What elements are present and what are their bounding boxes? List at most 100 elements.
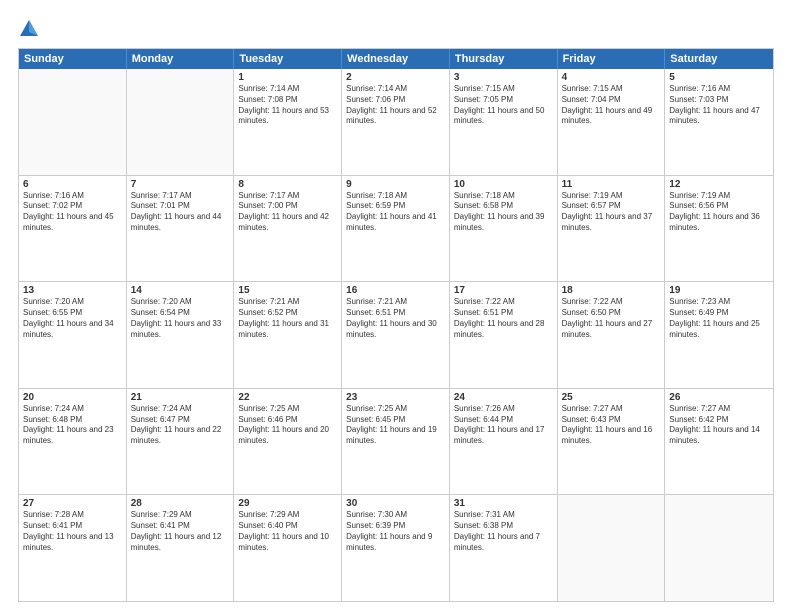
cal-cell-10: 10Sunrise: 7:18 AMSunset: 6:58 PMDayligh…	[450, 176, 558, 282]
cal-cell-28: 28Sunrise: 7:29 AMSunset: 6:41 PMDayligh…	[127, 495, 235, 601]
day-number: 6	[23, 179, 122, 190]
day-number: 8	[238, 179, 337, 190]
cal-cell-18: 18Sunrise: 7:22 AMSunset: 6:50 PMDayligh…	[558, 282, 666, 388]
day-number: 7	[131, 179, 230, 190]
day-number: 17	[454, 285, 553, 296]
cal-row-3: 13Sunrise: 7:20 AMSunset: 6:55 PMDayligh…	[19, 282, 773, 389]
logo-icon	[18, 18, 40, 40]
day-number: 30	[346, 498, 445, 509]
cal-cell-12: 12Sunrise: 7:19 AMSunset: 6:56 PMDayligh…	[665, 176, 773, 282]
cal-cell-15: 15Sunrise: 7:21 AMSunset: 6:52 PMDayligh…	[234, 282, 342, 388]
day-number: 25	[562, 392, 661, 403]
cell-info: Sunrise: 7:27 AMSunset: 6:43 PMDaylight:…	[562, 404, 661, 447]
day-number: 15	[238, 285, 337, 296]
cal-cell-7: 7Sunrise: 7:17 AMSunset: 7:01 PMDaylight…	[127, 176, 235, 282]
cell-info: Sunrise: 7:29 AMSunset: 6:40 PMDaylight:…	[238, 510, 337, 553]
header-day-saturday: Saturday	[665, 49, 773, 69]
cell-info: Sunrise: 7:18 AMSunset: 6:58 PMDaylight:…	[454, 191, 553, 234]
cell-info: Sunrise: 7:21 AMSunset: 6:51 PMDaylight:…	[346, 297, 445, 340]
cell-info: Sunrise: 7:25 AMSunset: 6:46 PMDaylight:…	[238, 404, 337, 447]
cell-info: Sunrise: 7:21 AMSunset: 6:52 PMDaylight:…	[238, 297, 337, 340]
cal-cell-13: 13Sunrise: 7:20 AMSunset: 6:55 PMDayligh…	[19, 282, 127, 388]
header-day-friday: Friday	[558, 49, 666, 69]
calendar-body: 1Sunrise: 7:14 AMSunset: 7:08 PMDaylight…	[19, 69, 773, 601]
cell-info: Sunrise: 7:17 AMSunset: 7:00 PMDaylight:…	[238, 191, 337, 234]
day-number: 2	[346, 72, 445, 83]
cal-cell-20: 20Sunrise: 7:24 AMSunset: 6:48 PMDayligh…	[19, 389, 127, 495]
day-number: 20	[23, 392, 122, 403]
cal-cell-11: 11Sunrise: 7:19 AMSunset: 6:57 PMDayligh…	[558, 176, 666, 282]
cell-info: Sunrise: 7:22 AMSunset: 6:51 PMDaylight:…	[454, 297, 553, 340]
day-number: 13	[23, 285, 122, 296]
day-number: 9	[346, 179, 445, 190]
cell-info: Sunrise: 7:24 AMSunset: 6:47 PMDaylight:…	[131, 404, 230, 447]
cell-info: Sunrise: 7:19 AMSunset: 6:56 PMDaylight:…	[669, 191, 769, 234]
cell-info: Sunrise: 7:14 AMSunset: 7:06 PMDaylight:…	[346, 84, 445, 127]
day-number: 31	[454, 498, 553, 509]
cell-info: Sunrise: 7:15 AMSunset: 7:04 PMDaylight:…	[562, 84, 661, 127]
cell-info: Sunrise: 7:15 AMSunset: 7:05 PMDaylight:…	[454, 84, 553, 127]
cell-info: Sunrise: 7:29 AMSunset: 6:41 PMDaylight:…	[131, 510, 230, 553]
cal-cell-29: 29Sunrise: 7:29 AMSunset: 6:40 PMDayligh…	[234, 495, 342, 601]
cal-cell-30: 30Sunrise: 7:30 AMSunset: 6:39 PMDayligh…	[342, 495, 450, 601]
cal-cell-4: 4Sunrise: 7:15 AMSunset: 7:04 PMDaylight…	[558, 69, 666, 175]
cal-cell-24: 24Sunrise: 7:26 AMSunset: 6:44 PMDayligh…	[450, 389, 558, 495]
cell-info: Sunrise: 7:27 AMSunset: 6:42 PMDaylight:…	[669, 404, 769, 447]
cal-cell-3: 3Sunrise: 7:15 AMSunset: 7:05 PMDaylight…	[450, 69, 558, 175]
cell-info: Sunrise: 7:17 AMSunset: 7:01 PMDaylight:…	[131, 191, 230, 234]
calendar: SundayMondayTuesdayWednesdayThursdayFrid…	[18, 48, 774, 602]
header	[18, 18, 774, 40]
cal-row-2: 6Sunrise: 7:16 AMSunset: 7:02 PMDaylight…	[19, 176, 773, 283]
cal-cell-21: 21Sunrise: 7:24 AMSunset: 6:47 PMDayligh…	[127, 389, 235, 495]
cell-info: Sunrise: 7:26 AMSunset: 6:44 PMDaylight:…	[454, 404, 553, 447]
cal-cell-23: 23Sunrise: 7:25 AMSunset: 6:45 PMDayligh…	[342, 389, 450, 495]
day-number: 18	[562, 285, 661, 296]
day-number: 11	[562, 179, 661, 190]
day-number: 24	[454, 392, 553, 403]
day-number: 19	[669, 285, 769, 296]
day-number: 21	[131, 392, 230, 403]
header-day-tuesday: Tuesday	[234, 49, 342, 69]
logo	[18, 18, 43, 40]
cal-cell-9: 9Sunrise: 7:18 AMSunset: 6:59 PMDaylight…	[342, 176, 450, 282]
cal-cell-27: 27Sunrise: 7:28 AMSunset: 6:41 PMDayligh…	[19, 495, 127, 601]
cell-info: Sunrise: 7:16 AMSunset: 7:03 PMDaylight:…	[669, 84, 769, 127]
day-number: 23	[346, 392, 445, 403]
cal-cell-1: 1Sunrise: 7:14 AMSunset: 7:08 PMDaylight…	[234, 69, 342, 175]
header-day-monday: Monday	[127, 49, 235, 69]
header-day-wednesday: Wednesday	[342, 49, 450, 69]
cal-cell-19: 19Sunrise: 7:23 AMSunset: 6:49 PMDayligh…	[665, 282, 773, 388]
cal-cell-empty	[127, 69, 235, 175]
cell-info: Sunrise: 7:22 AMSunset: 6:50 PMDaylight:…	[562, 297, 661, 340]
day-number: 10	[454, 179, 553, 190]
day-number: 3	[454, 72, 553, 83]
day-number: 27	[23, 498, 122, 509]
cal-cell-5: 5Sunrise: 7:16 AMSunset: 7:03 PMDaylight…	[665, 69, 773, 175]
day-number: 1	[238, 72, 337, 83]
cal-cell-22: 22Sunrise: 7:25 AMSunset: 6:46 PMDayligh…	[234, 389, 342, 495]
day-number: 12	[669, 179, 769, 190]
cal-cell-16: 16Sunrise: 7:21 AMSunset: 6:51 PMDayligh…	[342, 282, 450, 388]
cal-cell-31: 31Sunrise: 7:31 AMSunset: 6:38 PMDayligh…	[450, 495, 558, 601]
cell-info: Sunrise: 7:25 AMSunset: 6:45 PMDaylight:…	[346, 404, 445, 447]
cell-info: Sunrise: 7:31 AMSunset: 6:38 PMDaylight:…	[454, 510, 553, 553]
cal-cell-14: 14Sunrise: 7:20 AMSunset: 6:54 PMDayligh…	[127, 282, 235, 388]
cell-info: Sunrise: 7:20 AMSunset: 6:55 PMDaylight:…	[23, 297, 122, 340]
day-number: 26	[669, 392, 769, 403]
header-day-sunday: Sunday	[19, 49, 127, 69]
day-number: 28	[131, 498, 230, 509]
cell-info: Sunrise: 7:28 AMSunset: 6:41 PMDaylight:…	[23, 510, 122, 553]
day-number: 29	[238, 498, 337, 509]
cal-cell-8: 8Sunrise: 7:17 AMSunset: 7:00 PMDaylight…	[234, 176, 342, 282]
cal-cell-empty	[665, 495, 773, 601]
cell-info: Sunrise: 7:23 AMSunset: 6:49 PMDaylight:…	[669, 297, 769, 340]
cell-info: Sunrise: 7:20 AMSunset: 6:54 PMDaylight:…	[131, 297, 230, 340]
header-day-thursday: Thursday	[450, 49, 558, 69]
cell-info: Sunrise: 7:16 AMSunset: 7:02 PMDaylight:…	[23, 191, 122, 234]
cell-info: Sunrise: 7:19 AMSunset: 6:57 PMDaylight:…	[562, 191, 661, 234]
cal-cell-empty	[19, 69, 127, 175]
page: SundayMondayTuesdayWednesdayThursdayFrid…	[0, 0, 792, 612]
day-number: 16	[346, 285, 445, 296]
cal-row-4: 20Sunrise: 7:24 AMSunset: 6:48 PMDayligh…	[19, 389, 773, 496]
cal-cell-17: 17Sunrise: 7:22 AMSunset: 6:51 PMDayligh…	[450, 282, 558, 388]
